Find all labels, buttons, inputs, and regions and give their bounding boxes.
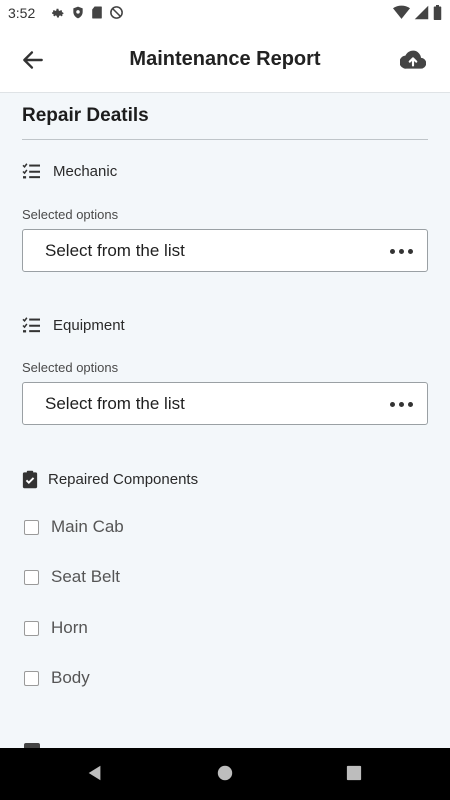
checklist-icon [22, 317, 40, 333]
equipment-field-header: Equipment [22, 317, 125, 334]
more-dots-icon[interactable] [390, 249, 413, 254]
wifi-icon [393, 5, 410, 19]
mechanic-select-text: Select from the list [45, 241, 185, 260]
sdcard-icon [92, 6, 102, 19]
checkbox-box[interactable] [24, 519, 39, 535]
at-icon [110, 6, 123, 19]
repaired-components-header: Repaired Components [22, 470, 198, 489]
signal-icon [414, 5, 429, 20]
mechanic-label: Mechanic [53, 163, 118, 180]
status-bar: 3:52 [0, 0, 450, 26]
form-content[interactable]: Repair Deatils Mechanic Selected options… [0, 93, 450, 748]
section-divider [22, 139, 428, 140]
status-time: 3:52 [8, 5, 36, 21]
equipment-select-text: Select from the list [45, 394, 185, 413]
app-bar: Maintenance Report [0, 26, 450, 93]
mechanic-selected-label: Selected options [22, 207, 119, 222]
checklist-icon [22, 163, 40, 179]
checkbox-body[interactable]: Body [24, 668, 90, 688]
more-dots-icon[interactable] [390, 402, 413, 407]
repaired-components-label: Repaired Components [48, 471, 199, 488]
page-title: Maintenance Report [129, 48, 321, 70]
battery-icon [433, 5, 442, 20]
clipboard-check-icon [22, 470, 38, 489]
system-nav-bar [0, 748, 450, 800]
status-right-icons [393, 5, 442, 20]
checkbox-label: Horn [51, 618, 88, 637]
recents-square-icon[interactable] [346, 764, 362, 782]
back-triangle-icon[interactable] [86, 764, 104, 782]
checkbox-label: Main Cab [51, 517, 124, 536]
checkbox-box[interactable] [24, 620, 39, 636]
checkbox-label: Body [51, 668, 90, 687]
section-title: Repair Deatils [22, 105, 149, 126]
status-left-icons [50, 5, 124, 20]
checkbox-horn[interactable]: Horn [24, 618, 88, 638]
equipment-select[interactable]: Select from the list [22, 382, 428, 425]
checkbox-label: Seat Belt [51, 567, 120, 586]
checkbox-seat-belt[interactable]: Seat Belt [24, 567, 120, 587]
gear-icon [51, 8, 64, 18]
equipment-selected-label: Selected options [22, 360, 119, 375]
home-circle-icon[interactable] [216, 764, 234, 782]
checkbox-main-cab[interactable]: Main Cab [24, 517, 124, 537]
cloud-upload-icon[interactable] [400, 47, 426, 73]
checkbox-box[interactable] [24, 670, 39, 686]
shield-icon [73, 6, 83, 19]
mechanic-select[interactable]: Select from the list [22, 229, 428, 272]
mechanic-field-header: Mechanic [22, 163, 117, 180]
checkbox-box[interactable] [24, 569, 39, 585]
equipment-label: Equipment [53, 317, 125, 334]
